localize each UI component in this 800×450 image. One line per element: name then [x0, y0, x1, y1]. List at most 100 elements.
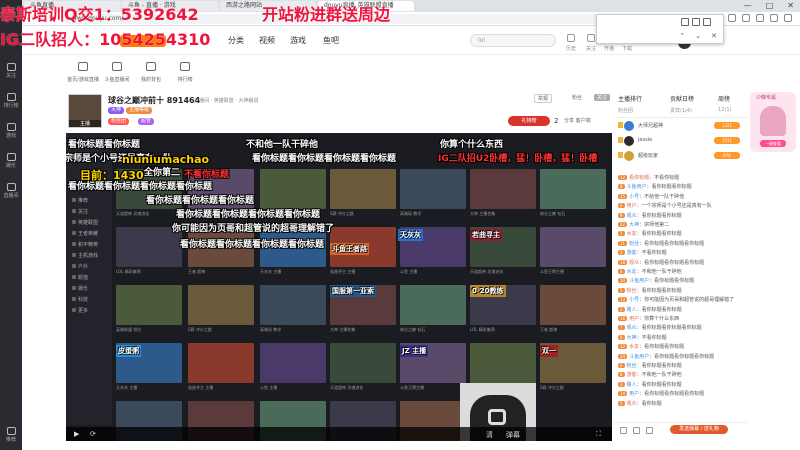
nav-yuba[interactable]: 鱼吧 — [323, 35, 339, 46]
video-sidebar-item[interactable]: 推荐 — [72, 197, 108, 204]
browser-tab[interactable]: 斗鱼 - 直播 · 游戏 — [122, 1, 218, 11]
chat-username[interactable]: 水友 — [627, 269, 637, 275]
video-sidebar-item[interactable]: 更多 — [72, 307, 108, 314]
chat-username[interactable]: 路人 — [627, 307, 637, 313]
tab-vip[interactable]: 贵宾(1/4) — [670, 107, 692, 114]
chat-username[interactable]: 斗鱼用户 — [629, 354, 649, 360]
video-sidebar-item[interactable]: 关注 — [72, 208, 108, 215]
nav-video[interactable]: 视频 — [259, 35, 275, 46]
profile-icon[interactable] — [770, 14, 778, 22]
chevron-down-icon[interactable]: ⌄ — [695, 32, 701, 40]
rank-row[interactable]: 大师兄超神 1321 — [618, 120, 746, 132]
nav-game[interactable]: 游戏 — [290, 35, 306, 46]
video-sidebar-item[interactable]: 和平精英 — [72, 241, 108, 248]
video-sidebar-item[interactable]: 户外 — [72, 263, 108, 270]
tab-weekly-rank[interactable]: 周榜 — [718, 94, 730, 103]
side-ad[interactable]: 少御专属 一键查看 — [750, 92, 796, 152]
rail-item-room[interactable]: 直播间 — [0, 178, 22, 204]
send-button[interactable]: 发送弹幕 / 送礼物 — [670, 425, 728, 434]
maximize-button[interactable]: □ — [766, 1, 774, 10]
chat-username[interactable]: 观众 — [629, 260, 639, 266]
url-input[interactable]: www.douyu.com/ — [64, 13, 624, 24]
chat-username[interactable]: 大神 — [629, 222, 639, 228]
chat-username[interactable]: 粉丝 — [627, 363, 637, 369]
tab-daily-rank[interactable]: 贡献日榜 — [670, 94, 694, 103]
chat-username[interactable]: 水友 — [627, 231, 637, 237]
nav-category[interactable]: 分类 — [228, 35, 244, 46]
emoji-icon[interactable] — [620, 427, 627, 434]
quality-button[interactable]: 清 — [486, 430, 493, 440]
chat-username[interactable]: 粉丝 — [627, 288, 637, 294]
stream-thumbnail[interactable] — [260, 285, 326, 325]
stream-thumbnail[interactable] — [260, 169, 326, 209]
chat-username[interactable]: 观众 — [627, 325, 637, 331]
chat-username[interactable]: 观众 — [627, 401, 637, 407]
douyu-logo[interactable] — [120, 35, 166, 47]
stream-thumbnail[interactable] — [188, 343, 254, 383]
extension-icon[interactable] — [756, 14, 764, 22]
search-input[interactable]: lol — [470, 34, 556, 47]
fullscreen-button[interactable]: ⛶ — [596, 430, 601, 439]
stream-thumbnail[interactable] — [330, 169, 396, 209]
tab-anchor-rank[interactable]: 主播排行 — [618, 94, 642, 103]
chevron-up-icon[interactable]: ⌃ — [679, 32, 685, 40]
rank-row[interactable]: jessie 1011 — [618, 135, 746, 147]
stream-thumbnail[interactable] — [470, 343, 536, 383]
follow-button[interactable]: 关注 — [593, 94, 610, 101]
video-sidebar-item[interactable]: 颜值 — [72, 274, 108, 281]
subtool-bag[interactable]: 我的背包 — [134, 62, 168, 84]
stream-thumbnail[interactable] — [540, 285, 606, 325]
forward-icon[interactable]: › — [34, 14, 46, 23]
chat-username[interactable]: 观众 — [627, 213, 637, 219]
browser-tab[interactable]: 西游之路网站 — [220, 1, 316, 11]
stream-thumbnail[interactable] — [540, 227, 606, 267]
streamer-avatar[interactable]: 主播 — [68, 94, 102, 128]
video-sidebar-item[interactable]: 王者荣耀 — [72, 230, 108, 237]
close-button[interactable]: ✕ — [787, 1, 794, 10]
close-icon[interactable]: ✕ — [711, 32, 717, 40]
stream-thumbnail[interactable] — [540, 169, 606, 209]
chat-username[interactable]: 斗鱼用户 — [627, 184, 647, 190]
rail-item-follow[interactable]: 关注 — [0, 58, 22, 84]
subtool-ranking[interactable]: 排行榜 — [168, 62, 202, 84]
video-player[interactable]: 推荐 关注 英雄联盟 王者荣耀 和平精英 主机游戏 户外 颜值 娱乐 科技 更多 天道超神 灵魂进化… — [66, 133, 612, 441]
chat-username[interactable]: 看你标题 — [629, 175, 649, 181]
reload-icon[interactable]: ↻ — [46, 14, 58, 23]
back-icon[interactable]: ‹ — [22, 14, 34, 23]
rank-row[interactable]: 超级玩家 876 — [618, 150, 746, 162]
chat-username[interactable]: 用户 — [629, 391, 639, 397]
chat-username[interactable]: 游客 — [627, 372, 637, 378]
report-button[interactable]: 举报 — [533, 94, 552, 103]
chat-username[interactable]: 路人 — [627, 382, 637, 388]
chat-username[interactable]: 小号 — [629, 297, 639, 303]
rail-item-fun[interactable]: 娱乐 — [0, 148, 22, 174]
translate-icon[interactable] — [681, 18, 689, 26]
copy-icon[interactable] — [692, 18, 700, 26]
ad-button[interactable]: 一键查看 — [760, 140, 786, 147]
gift-rank-button[interactable]: 礼物榜 — [508, 116, 550, 126]
tab-fans[interactable]: 粉丝团 — [618, 107, 633, 114]
stream-thumbnail[interactable] — [116, 285, 182, 325]
chat-username[interactable]: 大神 — [627, 335, 637, 341]
chat-username[interactable]: 小号 — [629, 194, 639, 200]
chat-username[interactable]: 粉丝 — [629, 241, 639, 247]
chat-username[interactable]: 游客 — [627, 250, 637, 256]
subtool-room[interactable]: 斗鱼直播间 — [100, 62, 134, 84]
stream-thumbnail[interactable] — [470, 169, 536, 209]
video-sidebar-item[interactable]: 主机游戏 — [72, 252, 108, 259]
minimize-button[interactable]: — — [744, 1, 752, 10]
browser-tab-active[interactable]: douyu直播_英雄联盟直播 — [318, 1, 414, 11]
video-sidebar-item[interactable]: 英雄联盟 — [72, 219, 108, 226]
stream-thumbnail[interactable] — [400, 285, 466, 325]
stream-thumbnail[interactable] — [260, 343, 326, 383]
danmu-toggle[interactable]: 弹幕 — [506, 430, 520, 440]
chat-username[interactable]: 用户 — [627, 203, 637, 209]
subtool-home[interactable]: 首页/游戏直播 — [66, 62, 100, 84]
more-icon[interactable] — [784, 14, 792, 22]
bag-icon[interactable] — [646, 427, 653, 434]
settings-icon[interactable] — [703, 18, 711, 26]
header-history[interactable]: 历史 — [562, 34, 580, 53]
refresh-button[interactable]: ⟳ — [90, 430, 96, 438]
translate-icon[interactable] — [728, 14, 736, 22]
video-sidebar-item[interactable]: 科技 — [72, 296, 108, 303]
